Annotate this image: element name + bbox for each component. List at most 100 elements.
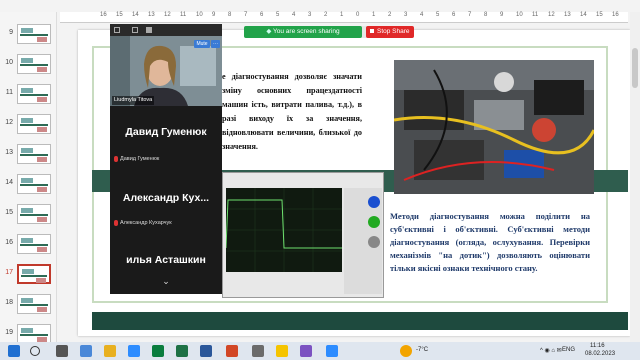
file-explorer-icon[interactable] [104, 345, 116, 357]
participant-label: Давид Гуменюк [120, 156, 160, 162]
mic-muted-icon [114, 220, 118, 226]
slide-thumbnail[interactable]: 15 [0, 204, 56, 226]
slide-number: 19 [5, 329, 13, 336]
weather-icon[interactable] [400, 345, 412, 357]
app-icon[interactable] [252, 345, 264, 357]
ruler-tick: 15 [116, 12, 123, 18]
ruler-tick: 6 [452, 12, 456, 18]
slide-preview [17, 174, 51, 194]
slide-preview [17, 114, 51, 134]
excel-icon[interactable] [176, 345, 188, 357]
view-icon[interactable] [114, 27, 120, 33]
ruler-tick: 7 [244, 12, 248, 18]
slide-thumbnail[interactable]: 10 [0, 54, 56, 76]
blue-knob-icon [368, 196, 380, 208]
powerpoint-icon[interactable] [226, 345, 238, 357]
ruler-tick: 16 [612, 12, 619, 18]
mic-muted-icon [114, 156, 118, 162]
ruler-tick: 1 [340, 12, 344, 18]
ruler-tick: 12 [164, 12, 171, 18]
ruler-tick: 14 [580, 12, 587, 18]
slide-paragraph-1: е діагностування дозволяє значати зміну … [222, 72, 362, 151]
ruler-tick: 4 [292, 12, 296, 18]
meet-icon[interactable] [80, 345, 92, 357]
ruler-tick: 2 [388, 12, 392, 18]
participant-name: Давид Гуменюк [125, 126, 207, 138]
horizontal-ruler: 16 15 14 13 12 11 10 9 8 7 6 5 4 3 2 1 0 1 2 3 4 5 6 7 8 9 10 11 12 1… [60, 12, 628, 23]
clock-time[interactable]: 11:16 [590, 343, 605, 349]
participant-label: Александр Кухарчук [120, 220, 172, 226]
slide-preview [17, 324, 51, 344]
slide-preview [17, 264, 51, 284]
slide-thumbnail[interactable]: 16 [0, 234, 56, 256]
presenter-name-label: Liudmyla Titova [112, 96, 155, 105]
ruler-tick: 15 [596, 12, 603, 18]
slide-thumbnail[interactable]: 9 [0, 24, 56, 46]
slide-number: 10 [5, 59, 13, 66]
system-tray-icons[interactable]: ^ ◉ ⌂ ✉ [540, 347, 562, 354]
slide-number: 11 [5, 89, 13, 96]
zoom-app-icon[interactable] [128, 345, 140, 357]
chevron-down-icon[interactable]: ⌄ [160, 276, 172, 287]
green-knob-icon [368, 216, 380, 228]
slide-preview [17, 24, 51, 44]
more-options-button[interactable]: ··· [211, 40, 220, 48]
slide-thumbnail[interactable]: 18 [0, 294, 56, 316]
screen-sharing-text: You are screen sharing [273, 28, 340, 35]
task-view-icon[interactable] [56, 345, 68, 357]
ruler-tick: 11 [180, 12, 187, 18]
ruler-tick: 6 [260, 12, 264, 18]
slide-preview [17, 84, 51, 104]
oscilloscope-waveform [225, 188, 342, 272]
edge-icon[interactable] [152, 345, 164, 357]
oscilloscope-controls [344, 188, 382, 294]
ruler-tick: 9 [212, 12, 216, 18]
slide-preview [17, 234, 51, 254]
screen-sharing-indicator[interactable]: ◆ You are screen sharing [244, 26, 362, 38]
slide-thumbnail[interactable]: 14 [0, 174, 56, 196]
keyboard-language[interactable]: ENG [562, 347, 575, 353]
slide-thumbnail[interactable]: 11 [0, 84, 56, 106]
ruler-tick: 7 [468, 12, 472, 18]
slide-thumbnail[interactable]: 13 [0, 144, 56, 166]
slide-thumbnail[interactable]: 17 [0, 264, 56, 286]
stop-icon [370, 29, 374, 34]
scrollbar-thumb[interactable] [632, 48, 638, 88]
vertical-scrollbar[interactable] [630, 12, 640, 342]
clock-date[interactable]: 08.02.2023 [585, 351, 615, 357]
windows-start-icon[interactable] [8, 345, 20, 357]
search-icon[interactable] [30, 346, 40, 356]
slide-number: 17 [5, 269, 13, 276]
ruler-tick: 14 [132, 12, 139, 18]
ruler-tick: 3 [404, 12, 408, 18]
ruler-tick: 10 [196, 12, 203, 18]
slide-preview [17, 144, 51, 164]
ruler-tick: 12 [548, 12, 555, 18]
ruler-tick: 16 [100, 12, 107, 18]
participant-tile-3[interactable]: илья Асташкин ⌄ [110, 234, 222, 292]
chrome-icon[interactable] [276, 345, 288, 357]
speaker-view-icon[interactable] [132, 27, 138, 33]
ruler-tick: 10 [516, 12, 523, 18]
stop-share-button[interactable]: Stop Share [366, 26, 414, 38]
ruler-tick: 5 [276, 12, 280, 18]
ruler-tick: 13 [148, 12, 155, 18]
viber-icon[interactable] [300, 345, 312, 357]
participant-tile-1[interactable]: Давид Гуменюк Давид Гуменюк [110, 106, 222, 168]
slide-number: 15 [5, 209, 13, 216]
slide-preview [17, 294, 51, 314]
ruler-tick: 8 [228, 12, 232, 18]
word-icon[interactable] [200, 345, 212, 357]
engine-diagnostics-photo [394, 60, 594, 194]
mute-button[interactable]: Mute [194, 40, 210, 48]
ruler-tick: 11 [532, 12, 539, 18]
zoom-meeting-icon[interactable] [326, 345, 338, 357]
slide-number: 14 [5, 179, 13, 186]
video-panel-header [110, 24, 222, 36]
slide-thumbnail[interactable]: 12 [0, 114, 56, 136]
ruler-tick: 1 [372, 12, 376, 18]
slide-number: 9 [9, 29, 13, 36]
slide-number: 18 [5, 299, 13, 306]
participant-tile-2[interactable]: Александр Кух... Александр Кухарчук [110, 170, 222, 232]
gallery-view-icon[interactable] [146, 27, 152, 33]
